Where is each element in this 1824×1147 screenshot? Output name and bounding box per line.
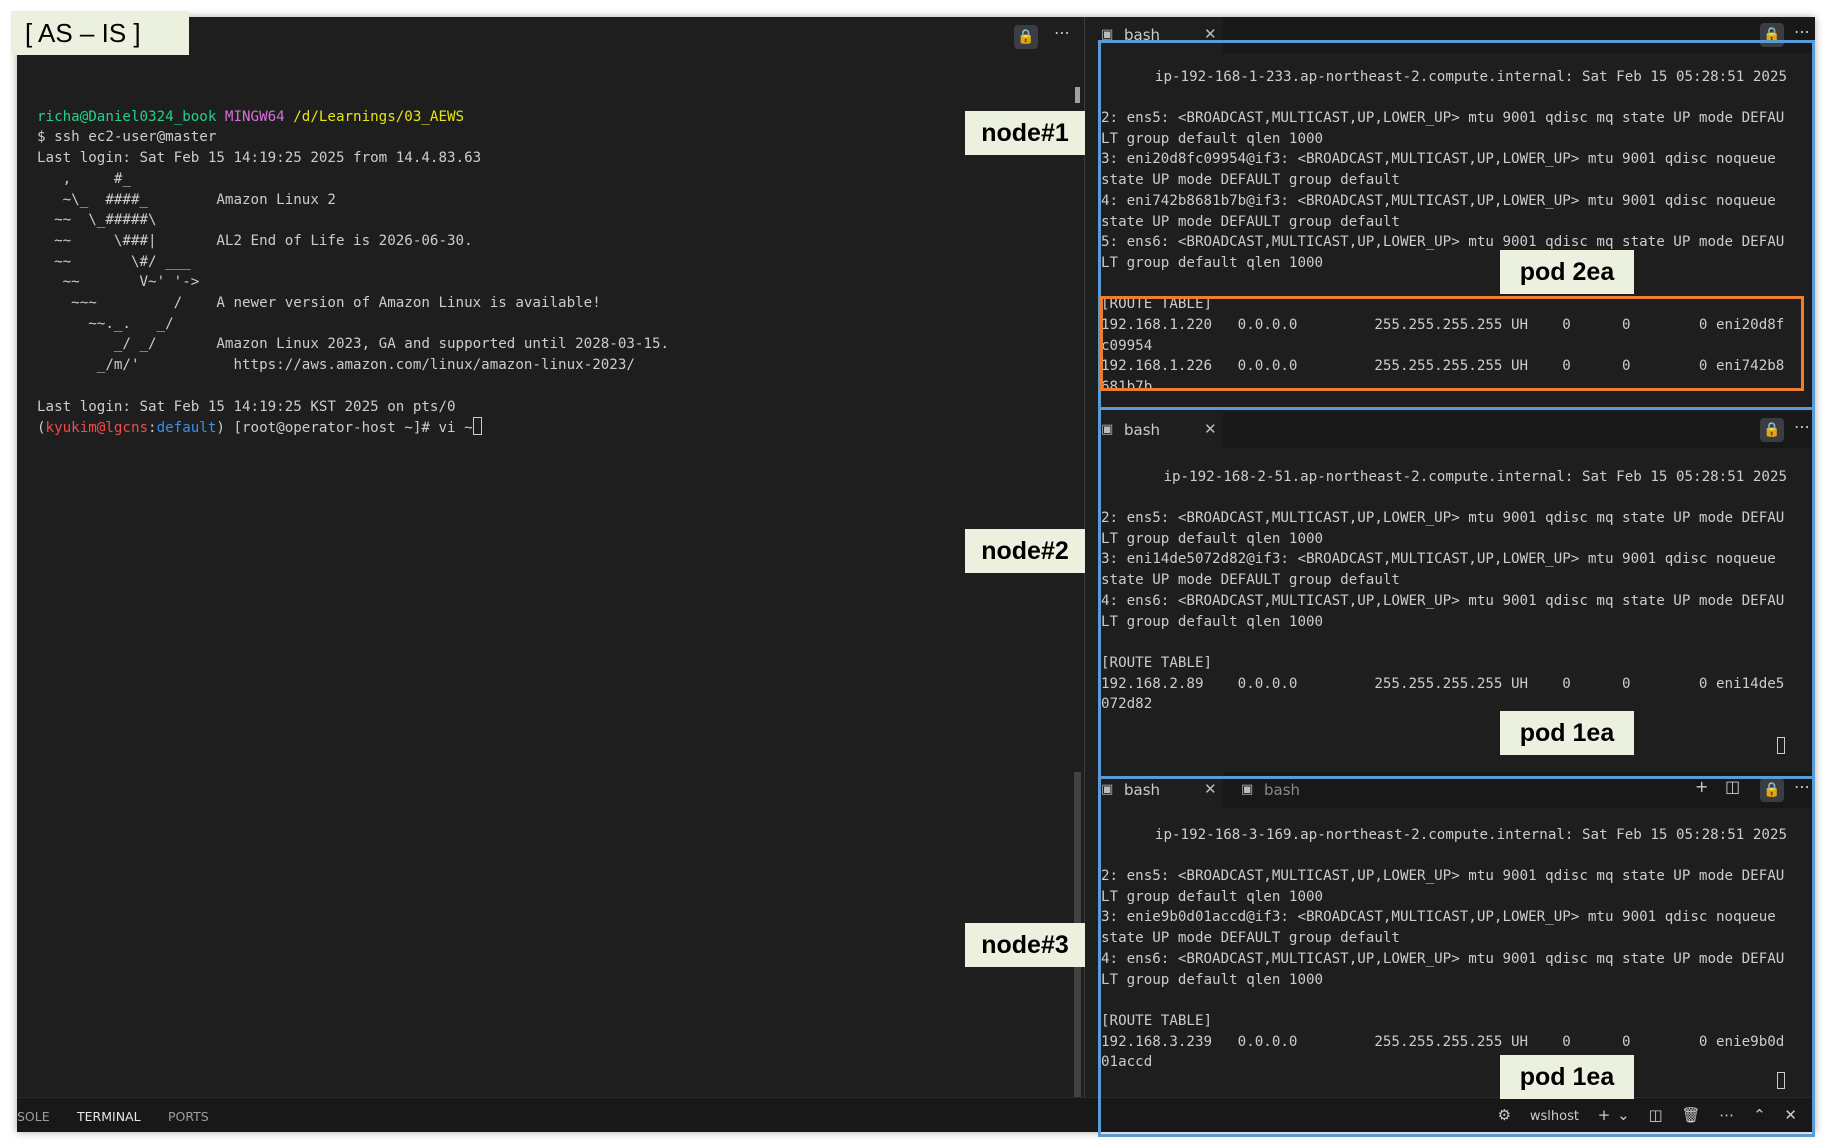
- prompt-env: MINGW64: [224, 108, 285, 125]
- node1-callout: node#1: [965, 111, 1085, 155]
- overview-marker: [1075, 87, 1080, 103]
- tab-debug-console[interactable]: SOLE: [17, 1109, 50, 1124]
- left-terminal-output: richa@Daniel0324_book MINGW64 /d/Learnin…: [37, 86, 669, 480]
- shell-prompt: (kyukim@lgcns:default) [root@operator-ho…: [37, 417, 669, 439]
- motd-line: ~~ V~' '->: [37, 274, 200, 291]
- tab-ports[interactable]: PORTS: [168, 1109, 209, 1124]
- node2-highlight-box: [1098, 407, 1815, 779]
- motd-line: _/m/' https://aws.amazon.com/linux/amazo…: [37, 357, 635, 374]
- motd-line: ~~ \_#####\: [37, 212, 157, 229]
- route-table-highlight-box: [1100, 296, 1804, 391]
- motd-line: _/ _/ Amazon Linux 2023, GA and supporte…: [37, 336, 670, 353]
- prompt-user: richa@Daniel0324_book: [37, 108, 217, 125]
- prompt-line: richa@Daniel0324_book MINGW64 /d/Learnin…: [37, 107, 669, 128]
- prompt-kube-user: kyukim@lgcns: [45, 420, 149, 437]
- node2-callout: node#2: [965, 529, 1085, 573]
- node3-callout: node#3: [965, 923, 1085, 967]
- motd-line: ~~ \#/ ___: [37, 253, 191, 270]
- motd-banner: , #_ ~\_ ####_ Amazon Linux 2 ~~ \_#####…: [37, 169, 669, 376]
- pod-count-node2: pod 1ea: [1500, 711, 1634, 755]
- motd-line: ~~._. _/: [37, 315, 174, 332]
- last-login-1: Last login: Sat Feb 15 14:19:25 2025 fro…: [37, 150, 482, 167]
- terminal-cursor: [472, 417, 482, 436]
- motd-line: ~\_ ####_ Amazon Linux 2: [37, 191, 336, 208]
- motd-line: ~~ \###| AL2 End of Life is 2026-06-30.: [37, 232, 473, 249]
- motd-line: , #_: [37, 170, 131, 187]
- last-login-2: Last login: Sat Feb 15 14:19:25 KST 2025…: [37, 398, 456, 415]
- as-is-label: [ AS – IS ]: [11, 11, 189, 55]
- prompt-path: /d/Learnings/03_AEWS: [293, 108, 465, 125]
- tab-terminal[interactable]: TERMINAL: [77, 1109, 141, 1124]
- ellipsis-icon[interactable]: ⋯: [1794, 22, 1810, 41]
- ellipsis-icon[interactable]: ⋯: [1054, 23, 1070, 42]
- pod-count-node1: pod 2ea: [1500, 250, 1634, 294]
- prompt-kube-context: default: [156, 420, 217, 437]
- prompt-command: ) [root@operator-host ~]# vi ~: [216, 420, 473, 437]
- lock-icon[interactable]: 🔒: [1014, 25, 1038, 49]
- node3-highlight-box: [1098, 776, 1815, 1137]
- pod-count-node3: pod 1ea: [1500, 1055, 1634, 1099]
- ssh-command: $ ssh ec2-user@master: [37, 129, 217, 146]
- motd-line: ~~~ / A newer version of Amazon Linux is…: [37, 295, 601, 312]
